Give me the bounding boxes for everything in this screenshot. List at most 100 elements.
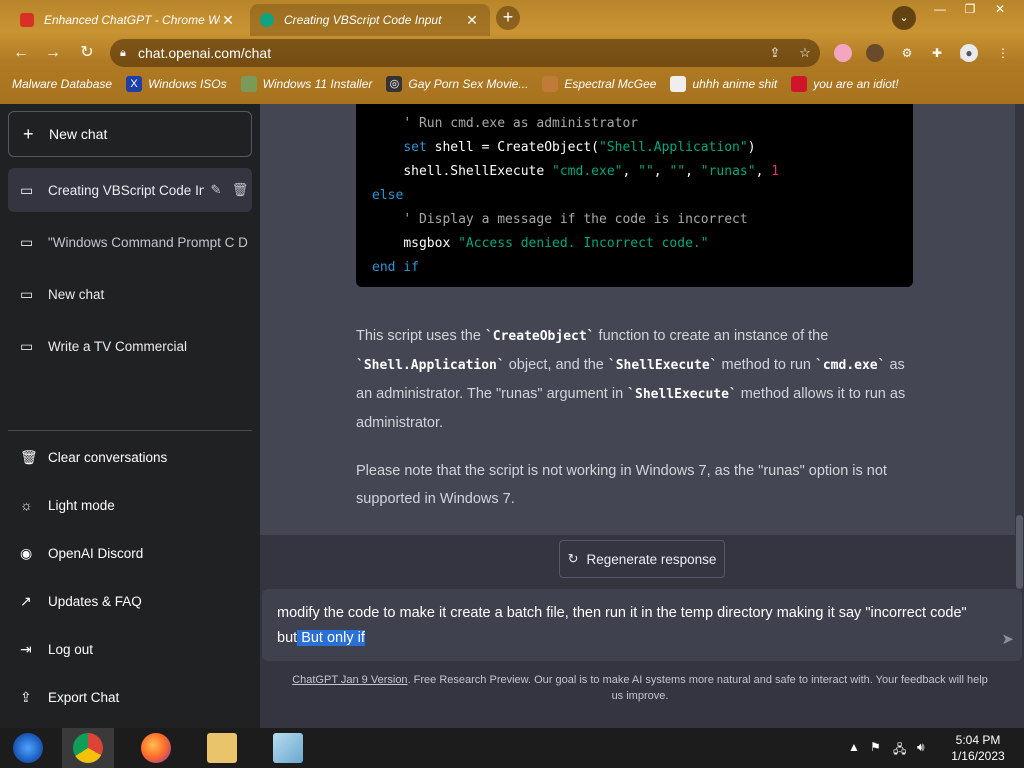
- code-string: "Access denied. Incorrect code.": [458, 236, 709, 251]
- send-icon[interactable]: ➤: [1001, 627, 1014, 652]
- trash-icon[interactable]: 🗑︎: [228, 182, 252, 198]
- updates-faq-link[interactable]: ↗ Updates & FAQ: [8, 581, 252, 621]
- tab-enhanced-chatgpt[interactable]: Enhanced ChatGPT - Chrome Web ✕: [10, 4, 246, 36]
- action-center-flag-icon[interactable]: ⚑: [870, 740, 881, 754]
- openai-icon: [260, 13, 274, 27]
- show-hidden-icons[interactable]: ▲: [848, 740, 860, 754]
- refresh-icon: ↻: [567, 551, 579, 566]
- side-link-label: Export Chat: [48, 689, 120, 705]
- url-text: chat.openai.com/chat: [138, 45, 272, 61]
- film-reel-icon: ◎: [386, 76, 403, 92]
- version-link[interactable]: ChatGPT Jan 9 Version: [292, 674, 407, 686]
- code-string: "": [638, 164, 654, 179]
- start-button[interactable]: [2, 728, 54, 768]
- code-string: "Shell.Application": [598, 140, 748, 155]
- system-clock[interactable]: 5:04 PM 1/16/2023: [940, 732, 1016, 764]
- sun-icon: ☼: [20, 497, 33, 513]
- close-window-icon[interactable]: ✕: [986, 0, 1014, 18]
- chat-label: "Windows Command Prompt C D: [48, 234, 248, 250]
- close-tab-icon[interactable]: ✕: [220, 12, 236, 29]
- side-link-label: Updates & FAQ: [48, 593, 142, 609]
- share-icon[interactable]: ⇪: [760, 45, 790, 61]
- tab-title: Enhanced ChatGPT - Chrome Web: [44, 13, 220, 27]
- code-text: ,: [755, 164, 772, 179]
- bookmark-malware-database[interactable]: Malware Database: [12, 77, 112, 91]
- export-chat-button[interactable]: ⇪ Export Chat: [8, 677, 252, 717]
- inline-code: `CreateObject`: [484, 329, 595, 344]
- reload-icon[interactable]: ↻: [76, 42, 98, 64]
- regenerate-response-button[interactable]: ↻ Regenerate response: [559, 540, 725, 578]
- clock-time: 5:04 PM: [955, 733, 1001, 747]
- address-bar[interactable]: 🔒︎ chat.openai.com/chat ⇪ ☆: [110, 39, 820, 67]
- code-comment: ' Display a message if the code is incor…: [403, 212, 748, 227]
- answer-text: object, and the: [504, 357, 608, 373]
- browser-toolbar: ← → ↻ 🔒︎ chat.openai.com/chat ⇪ ☆ ⚙ ✚ ▣ …: [0, 36, 1024, 70]
- side-link-label: Clear conversations: [48, 449, 168, 465]
- code-block[interactable]: ' Run cmd.exe as administrator set shell…: [356, 104, 913, 287]
- bookmark-label: uhhh anime shit: [692, 77, 778, 91]
- answer-text: This script uses the: [356, 328, 485, 344]
- restore-icon[interactable]: ❐: [956, 0, 984, 18]
- bookmark-anime[interactable]: uhhh anime shit: [670, 76, 777, 92]
- bookmarks-bar: Malware Database X Windows ISOs Windows …: [0, 70, 1024, 98]
- message-text: modify the code to make it create a batc…: [277, 605, 967, 646]
- sidebar-chat-creating-vbscript[interactable]: ▭ Creating VBScript Code In ✎ 🗑︎: [8, 168, 252, 212]
- network-icon[interactable]: 🖧︎: [893, 740, 906, 761]
- x-icon: X: [126, 76, 143, 92]
- menu-kebab-icon[interactable]: ⋮: [994, 44, 1012, 62]
- tab-creating-vbscript[interactable]: Creating VBScript Code Input ✕: [250, 4, 490, 36]
- scrollbar-thumb[interactable]: [1016, 515, 1023, 589]
- new-tab-button[interactable]: +: [496, 6, 520, 30]
- code-text: msgbox: [403, 236, 459, 251]
- bookmark-label: Espectral McGee: [564, 77, 657, 91]
- answer-paragraph: This script uses the `CreateObject` func…: [356, 322, 916, 437]
- bookmark-you-are-an-idiot[interactable]: you are an idiot!: [791, 76, 899, 92]
- chrome-icon: [73, 733, 103, 763]
- bookmark-movie[interactable]: ◎ Gay Porn Sex Movie...: [386, 76, 528, 92]
- clear-conversations-button[interactable]: 🗑︎ Clear conversations: [8, 437, 252, 477]
- sidebar-chat-windows-command-prompt[interactable]: ▭ "Windows Command Prompt C D: [8, 220, 252, 264]
- close-tab-icon[interactable]: ✕: [464, 12, 480, 29]
- lock-icon[interactable]: 🔒︎: [120, 47, 138, 60]
- bookmark-label: Windows ISOs: [148, 77, 227, 91]
- sidebar-chat-new-chat[interactable]: ▭ New chat: [8, 272, 252, 316]
- plus-icon: +: [23, 123, 34, 144]
- new-chat-button[interactable]: + New chat: [8, 111, 252, 157]
- answer-text: function to create an instance of the: [594, 328, 829, 344]
- bookmark-windows-isos[interactable]: X Windows ISOs: [126, 76, 227, 92]
- composer-panel: ↻ Regenerate response modify the code to…: [260, 535, 1022, 728]
- profile-icon[interactable]: ●: [960, 44, 978, 62]
- chat-label: Creating VBScript Code In: [48, 182, 204, 198]
- tab-strip: Enhanced ChatGPT - Chrome Web ✕ Creating…: [0, 0, 1024, 36]
- forward-icon[interactable]: →: [42, 42, 64, 64]
- openai-discord-link[interactable]: ◉ OpenAI Discord: [8, 533, 252, 573]
- sidebar-chat-tv-commercial[interactable]: ▭ Write a TV Commercial: [8, 324, 252, 368]
- log-out-button[interactable]: ⇥ Log out: [8, 629, 252, 669]
- avatar-icon: [542, 76, 559, 92]
- image-icon: [240, 76, 257, 92]
- extension-flag-icon[interactable]: [834, 44, 852, 62]
- chat-label: Write a TV Commercial: [48, 338, 188, 354]
- extension-avatar-icon[interactable]: [866, 44, 884, 62]
- bookmark-star-icon[interactable]: ☆: [790, 45, 820, 61]
- bookmark-espectral-mcgee[interactable]: Espectral McGee: [542, 76, 656, 92]
- browser-chrome: Enhanced ChatGPT - Chrome Web ✕ Creating…: [0, 0, 1024, 104]
- volume-icon[interactable]: 🔊︎: [917, 740, 925, 755]
- back-icon[interactable]: ←: [10, 42, 32, 64]
- minimize-icon[interactable]: —: [926, 0, 954, 18]
- bookmark-windows-11-installer[interactable]: Windows 11 Installer: [240, 76, 372, 92]
- edit-pencil-icon[interactable]: ✎: [204, 182, 228, 198]
- extension-gear-icon[interactable]: ⚙: [898, 44, 916, 62]
- regenerate-label: Regenerate response: [586, 551, 717, 567]
- taskbar-chrome[interactable]: [62, 728, 114, 768]
- message-input[interactable]: modify the code to make it create a batc…: [262, 589, 1022, 661]
- footer-disclaimer: ChatGPT Jan 9 Version. Free Research Pre…: [290, 672, 990, 704]
- tab-search-icon[interactable]: ⌄: [892, 6, 916, 30]
- light-mode-button[interactable]: ☼ Light mode: [8, 485, 252, 525]
- taskbar-firefox[interactable]: [130, 728, 182, 768]
- side-link-label: OpenAI Discord: [48, 545, 144, 561]
- taskbar-file-explorer[interactable]: [196, 728, 248, 768]
- code-string: "cmd.exe": [552, 164, 623, 179]
- extensions-puzzle-icon[interactable]: ✚: [928, 44, 946, 62]
- taskbar-notepad[interactable]: [262, 728, 314, 768]
